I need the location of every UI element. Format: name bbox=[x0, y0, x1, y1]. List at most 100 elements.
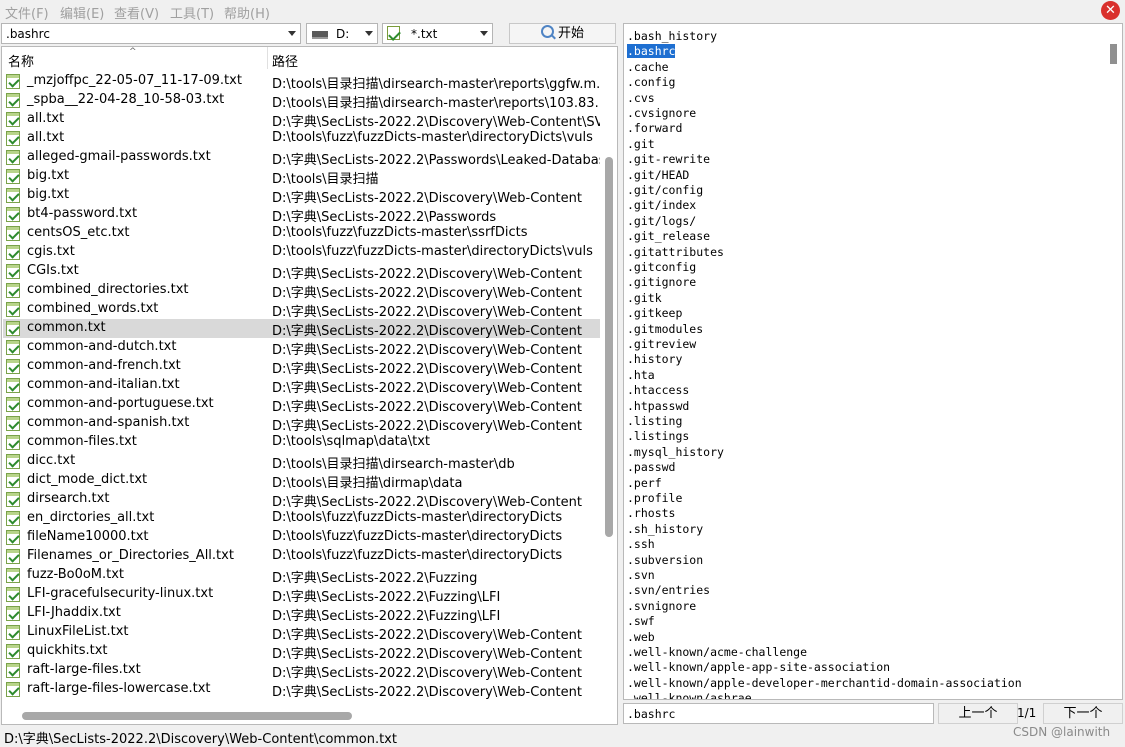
table-row[interactable]: fuzz-Bo0oM.txt D:\字典\SecLists-2022.2\Fuzz… bbox=[3, 566, 600, 586]
file-content-viewer[interactable]: .bash_history .bashrc .cache .config .cvs .cv… bbox=[623, 23, 1123, 700]
table-row[interactable]: quickhits.txt D:\字典\SecLists-2022.2\Disco… bbox=[3, 642, 600, 662]
results-list[interactable]: 名称 ^ 路径 _mzjoffpc_22-05-07_11-17-09.txt D… bbox=[1, 46, 618, 725]
content-line: .cvsignore bbox=[627, 106, 696, 121]
file-name: all.txt bbox=[27, 111, 65, 126]
table-row[interactable]: centsOS_etc.txt D:\tools\fuzz\fuzzDicts-m… bbox=[3, 224, 600, 243]
file-path: D:\字典\SecLists-2022.2\Fuzzing\LFI bbox=[272, 590, 501, 605]
table-row[interactable]: en_dirctories_all.txt D:\tools\fuzz\fuzzD… bbox=[3, 509, 600, 528]
table-row[interactable]: all.txt D:\tools\fuzz\fuzzDicts-master\di… bbox=[3, 129, 600, 148]
table-row[interactable]: Filenames_or_Directories_All.txt D:\tools… bbox=[3, 547, 600, 566]
content-line: .svnignore bbox=[627, 599, 696, 614]
chevron-down-icon[interactable] bbox=[480, 31, 488, 36]
text-file-icon bbox=[6, 530, 20, 545]
content-line-text: .gitattributes bbox=[627, 244, 724, 259]
chevron-down-icon[interactable] bbox=[365, 31, 373, 36]
status-file-path: D:\字典\SecLists-2022.2\Discovery\Web-Cont… bbox=[4, 732, 397, 747]
content-line-text: .svn/entries bbox=[627, 583, 711, 598]
column-divider[interactable] bbox=[267, 47, 268, 69]
content-line: .cache bbox=[627, 60, 669, 75]
table-row[interactable]: big.txt D:\tools\目录扫描 bbox=[3, 167, 600, 187]
content-line: .rhosts bbox=[627, 506, 675, 521]
column-header-name[interactable]: 名称 bbox=[8, 51, 34, 70]
table-row[interactable]: raft-large-files-lowercase.txt D:\字典\SecL… bbox=[3, 680, 600, 700]
table-row[interactable]: alleged-gmail-passwords.txt D:\字典\SecList… bbox=[3, 148, 600, 168]
file-name: Filenames_or_Directories_All.txt bbox=[27, 548, 234, 563]
filter-select-value: *.txt bbox=[411, 27, 438, 41]
content-line: .gitignore bbox=[627, 275, 696, 290]
horizontal-scrollbar-thumb[interactable] bbox=[22, 712, 352, 720]
table-row[interactable]: big.txt D:\字典\SecLists-2022.2\Discovery\W… bbox=[3, 186, 600, 206]
file-name: cgis.txt bbox=[27, 244, 75, 259]
search-icon bbox=[540, 25, 554, 38]
table-row[interactable]: common-and-portuguese.txt D:\字典\SecLists-… bbox=[3, 395, 600, 415]
text-file-icon bbox=[6, 492, 20, 507]
table-row[interactable]: cgis.txt D:\tools\fuzz\fuzzDicts-master\d… bbox=[3, 243, 600, 262]
table-row[interactable]: all.txt D:\字典\SecLists-2022.2\Discovery\W… bbox=[3, 110, 600, 130]
drive-icon bbox=[312, 31, 328, 39]
table-row[interactable]: dict_mode_dict.txt D:\tools\目录扫描\dirmap\d… bbox=[3, 471, 600, 491]
column-header-path[interactable]: 路径 bbox=[272, 51, 298, 70]
table-row[interactable]: common-and-spanish.txt D:\字典\SecLists-202… bbox=[3, 414, 600, 434]
table-row[interactable]: LFI-Jhaddix.txt D:\字典\SecLists-2022.2\Fuz… bbox=[3, 604, 600, 624]
text-file-icon bbox=[6, 606, 20, 621]
table-row[interactable]: combined_words.txt D:\字典\SecLists-2022.2\… bbox=[3, 300, 600, 320]
close-icon[interactable]: ✕ bbox=[1101, 1, 1120, 20]
file-name: all.txt bbox=[27, 130, 65, 145]
table-row[interactable]: common-and-italian.txt D:\字典\SecLists-202… bbox=[3, 376, 600, 396]
file-name: LFI-Jhaddix.txt bbox=[27, 605, 121, 620]
content-line-text: .profile bbox=[627, 491, 683, 505]
find-input[interactable]: .bashrc bbox=[623, 703, 934, 724]
content-line-text: .cache bbox=[627, 59, 669, 74]
filter-select[interactable]: *.txt bbox=[382, 23, 493, 44]
file-name: combined_directories.txt bbox=[27, 282, 189, 297]
content-line-text: .gitignore bbox=[627, 275, 697, 290]
menu-help[interactable]: 帮助(H) bbox=[224, 3, 270, 22]
file-path: D:\tools\fuzz\fuzzDicts-master\directory… bbox=[272, 130, 593, 145]
table-row[interactable]: fileName10000.txt D:\tools\fuzz\fuzzDicts… bbox=[3, 528, 600, 547]
file-name: quickhits.txt bbox=[27, 643, 108, 658]
file-path: D:\字典\SecLists-2022.2\Fuzzing bbox=[272, 571, 478, 586]
drive-select[interactable]: D: bbox=[306, 23, 378, 44]
table-row[interactable]: CGIs.txt D:\字典\SecLists-2022.2\Discovery\… bbox=[3, 262, 600, 282]
vertical-scrollbar-thumb[interactable] bbox=[605, 157, 613, 537]
text-file-icon bbox=[6, 74, 20, 89]
chevron-down-icon[interactable] bbox=[288, 31, 296, 36]
content-line: .well-known/acme-challenge bbox=[627, 645, 807, 660]
content-line: .listings bbox=[627, 429, 689, 444]
table-row[interactable]: bt4-password.txt D:\字典\SecLists-2022.2\Pa… bbox=[3, 205, 600, 225]
search-match-highlight: .bashrc bbox=[627, 44, 676, 59]
table-row[interactable]: combined_directories.txt D:\字典\SecLists-2… bbox=[3, 281, 600, 301]
table-row[interactable]: common-files.txt D:\tools\sqlmap\data\txt bbox=[3, 433, 600, 452]
menu-edit[interactable]: 编辑(E) bbox=[60, 3, 104, 22]
text-file-icon bbox=[6, 663, 20, 678]
content-line: .git/index bbox=[627, 198, 696, 213]
text-file-icon bbox=[6, 511, 20, 526]
table-row[interactable]: LinuxFileList.txt D:\字典\SecLists-2022.2\D… bbox=[3, 623, 600, 643]
file-path: D:\tools\目录扫描 bbox=[272, 172, 379, 187]
table-row[interactable]: _spba__22-04-28_10-58-03.txt D:\tools\目录扫… bbox=[3, 91, 600, 111]
table-row[interactable]: common-and-french.txt D:\字典\SecLists-2022… bbox=[3, 357, 600, 377]
find-prev-button[interactable]: 上一个 bbox=[938, 703, 1018, 724]
search-input[interactable]: .bashrc bbox=[1, 23, 301, 44]
text-file-icon bbox=[6, 644, 20, 659]
start-search-button[interactable]: 开始 bbox=[509, 23, 616, 44]
content-scrollbar-thumb[interactable] bbox=[1110, 44, 1117, 64]
table-row[interactable]: LFI-gracefulsecurity-linux.txt D:\字典\SecL… bbox=[3, 585, 600, 605]
content-line-text: .passwd bbox=[627, 460, 676, 475]
table-row[interactable]: dirsearch.txt D:\字典\SecLists-2022.2\Disco… bbox=[3, 490, 600, 510]
table-row[interactable]: common.txt D:\字典\SecLists-2022.2\Discover… bbox=[3, 319, 600, 339]
table-row[interactable]: common-and-dutch.txt D:\字典\SecLists-2022.… bbox=[3, 338, 600, 358]
file-path: D:\tools\目录扫描\dirsearch-master\reports\1… bbox=[272, 96, 600, 111]
menu-tools[interactable]: 工具(T) bbox=[170, 3, 214, 22]
find-next-button[interactable]: 下一个 bbox=[1043, 703, 1123, 724]
table-row[interactable]: raft-large-files.txt D:\字典\SecLists-2022.… bbox=[3, 661, 600, 681]
table-row[interactable]: dicc.txt D:\tools\目录扫描\dirsearch-master\d… bbox=[3, 452, 600, 472]
content-line-text: .gitkeep bbox=[627, 306, 683, 321]
file-name: _mzjoffpc_22-05-07_11-17-09.txt bbox=[27, 73, 242, 88]
content-line-text: .gitk bbox=[627, 290, 662, 305]
content-line-text: .git bbox=[627, 136, 655, 151]
menu-view[interactable]: 查看(V) bbox=[114, 3, 159, 22]
content-line: .bashrc bbox=[627, 44, 676, 59]
menu-file[interactable]: 文件(F) bbox=[5, 3, 49, 22]
table-row[interactable]: _mzjoffpc_22-05-07_11-17-09.txt D:\tools\… bbox=[3, 72, 600, 92]
